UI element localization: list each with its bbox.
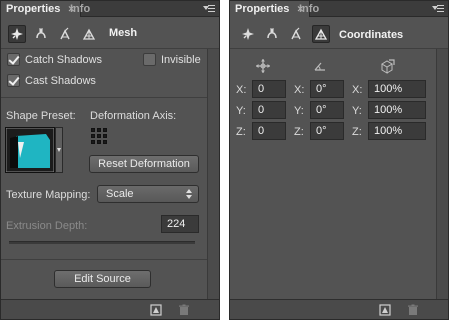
render-icon[interactable]	[379, 304, 391, 316]
tab-label: Info	[299, 3, 320, 15]
trash-icon[interactable]	[178, 304, 190, 316]
invisible-label: Invisible	[161, 53, 201, 66]
cap-icon[interactable]	[287, 25, 305, 43]
rotation-axis-label: X:	[294, 84, 305, 96]
extrusion-depth-label: Extrusion Depth:	[6, 220, 88, 232]
position-axis-label: X:	[236, 84, 247, 96]
tab-label: Info	[70, 3, 91, 15]
scale-axis-label: Y:	[352, 105, 362, 117]
panel-tab-bar: Properties ✕ Info	[230, 1, 448, 17]
invisible-checkbox-row[interactable]: Invisible	[143, 53, 201, 66]
catch-shadows-label: Catch Shadows	[25, 53, 103, 66]
tab-label: Properties	[235, 3, 290, 15]
extrusion-depth-slider[interactable]	[9, 241, 195, 244]
rotation-x-input[interactable]: 0°	[310, 80, 344, 98]
rotation-z-input[interactable]: 0°	[310, 122, 344, 140]
texture-mapping-select[interactable]: Scale	[97, 185, 199, 203]
properties-panel-coordinates: Properties ✕ Info Coordinates X: 0 X: 0°…	[229, 0, 449, 320]
position-y-input[interactable]: 0	[252, 101, 286, 119]
divider	[230, 48, 448, 49]
scale-axis-label: X:	[352, 84, 363, 96]
edit-source-button[interactable]: Edit Source	[54, 270, 151, 288]
position-axis-label: Z:	[236, 126, 246, 138]
move-icon	[255, 58, 271, 74]
mode-label: Coordinates	[339, 29, 404, 41]
reset-deformation-button[interactable]: Reset Deformation	[89, 155, 199, 173]
panel-footer	[230, 299, 448, 319]
panel-menu-icon[interactable]	[203, 4, 215, 13]
position-axis-label: Y:	[236, 105, 246, 117]
extrusion-depth-input[interactable]: 224	[161, 215, 199, 233]
scrollbar[interactable]	[436, 49, 448, 301]
rotate-icon	[314, 61, 326, 71]
position-z-input[interactable]: 0	[252, 122, 286, 140]
deformation-axis-grid[interactable]	[91, 128, 107, 144]
panel-menu-icon[interactable]	[432, 4, 444, 13]
coordinates-icon[interactable]	[80, 25, 98, 43]
render-icon[interactable]	[150, 304, 162, 316]
rotation-y-input[interactable]: 0°	[310, 101, 344, 119]
rotation-axis-label: Z:	[294, 126, 304, 138]
panel-footer	[1, 299, 219, 319]
select-arrows-icon	[186, 189, 192, 199]
catch-shadows-checkbox-row[interactable]: Catch Shadows	[7, 53, 102, 66]
scale-y-input[interactable]: 100%	[368, 101, 426, 119]
coordinates-icon[interactable]	[312, 25, 330, 43]
shape-preset-label: Shape Preset:	[6, 110, 76, 122]
scale-icon	[378, 58, 396, 74]
texture-mapping-value: Scale	[106, 188, 134, 200]
divider	[1, 97, 219, 98]
tab-label: Properties	[6, 3, 61, 15]
mesh-icon[interactable]	[239, 25, 257, 43]
texture-mapping-label: Texture Mapping:	[6, 189, 91, 201]
mesh-icon[interactable]	[8, 25, 26, 43]
cap-icon[interactable]	[56, 25, 74, 43]
cast-shadows-checkbox-row[interactable]: Cast Shadows	[7, 74, 96, 87]
panel-tab-bar: Properties ✕ Info	[1, 1, 219, 17]
rotation-axis-label: Y:	[294, 105, 304, 117]
catch-shadows-checkbox[interactable]	[7, 53, 20, 66]
deformation-icon[interactable]	[263, 25, 281, 43]
scrollbar[interactable]	[207, 49, 219, 301]
cast-shadows-label: Cast Shadows	[25, 74, 96, 87]
properties-panel-mesh: Properties ✕ Info Mesh Catch Shadows Inv…	[0, 0, 220, 320]
scale-z-input[interactable]: 100%	[368, 122, 426, 140]
divider	[1, 48, 219, 49]
invisible-checkbox[interactable]	[143, 53, 156, 66]
divider	[1, 259, 219, 260]
mode-label: Mesh	[109, 27, 138, 39]
scale-x-input[interactable]: 100%	[368, 80, 426, 98]
scale-axis-label: Z:	[352, 126, 362, 138]
cast-shadows-checkbox[interactable]	[7, 74, 20, 87]
tab-info[interactable]: Info	[294, 1, 324, 17]
trash-icon[interactable]	[407, 304, 419, 316]
shape-preset-dropdown[interactable]	[55, 127, 63, 173]
position-x-input[interactable]: 0	[252, 80, 286, 98]
shape-preset-thumbnail[interactable]	[5, 127, 55, 173]
deformation-icon[interactable]	[32, 25, 50, 43]
deformation-axis-label: Deformation Axis:	[90, 110, 177, 122]
tab-info[interactable]: Info	[65, 1, 95, 17]
